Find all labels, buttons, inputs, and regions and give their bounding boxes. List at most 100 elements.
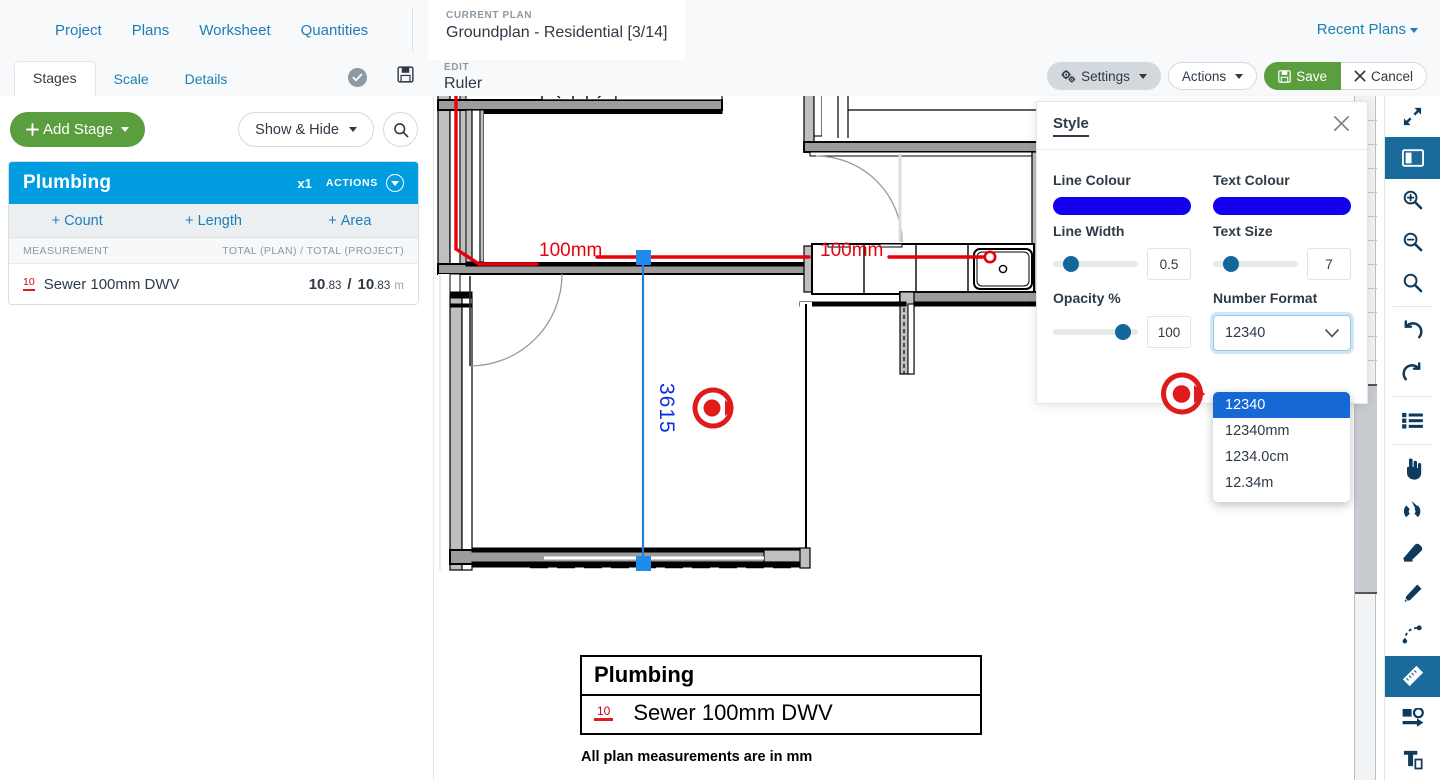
chevron-down-icon — [1325, 326, 1339, 341]
stage-actions-label[interactable]: ACTIONS — [326, 177, 378, 189]
add-stage-button[interactable]: Add Stage — [10, 112, 146, 147]
actions-button-label: Actions — [1181, 68, 1227, 84]
nav-item-quantities[interactable]: Quantities — [301, 22, 369, 39]
chevron-down-icon — [121, 127, 130, 132]
cancel-button[interactable]: Cancel — [1340, 62, 1427, 90]
text-size-label: Text Size — [1213, 223, 1273, 239]
nav-item-worksheet[interactable]: Worksheet — [199, 22, 270, 39]
text-size-input[interactable]: 7 — [1307, 248, 1351, 280]
tab-stages[interactable]: Stages — [14, 61, 96, 96]
zoom-in-icon[interactable] — [1385, 179, 1440, 220]
total-plan-dec: .83 — [325, 279, 342, 292]
tab-details[interactable]: Details — [167, 63, 246, 96]
zoom-fit-icon[interactable] — [1385, 262, 1440, 303]
vertical-scrollbar-thumb[interactable] — [1355, 384, 1377, 594]
eraser-icon[interactable] — [1385, 531, 1440, 572]
text-colour-label: Text Colour — [1213, 172, 1290, 188]
line-width-slider[interactable] — [1053, 256, 1138, 272]
search-button[interactable] — [383, 112, 418, 147]
sidebar-toolbar: Add Stage Show & Hide — [0, 96, 433, 147]
save-cancel-group: Save Cancel — [1264, 62, 1427, 90]
settings-button-label: Settings — [1081, 68, 1130, 84]
opacity-slider[interactable] — [1053, 324, 1138, 340]
chevron-down-icon — [1138, 73, 1147, 79]
line-width-slider-knob[interactable] — [1063, 256, 1079, 272]
tab-scale[interactable]: Scale — [96, 63, 167, 96]
total-plan: 10.83 — [309, 276, 342, 293]
current-plan-card[interactable]: CURRENT PLAN Groundplan - Residential [3… — [428, 0, 686, 60]
nav-item-project[interactable]: Project — [55, 22, 102, 39]
ruler-handle-bottom — [636, 556, 651, 571]
floppy-disk-icon[interactable] — [397, 66, 414, 88]
column-measurement: MEASUREMENT — [23, 244, 110, 257]
text-tool-icon[interactable] — [1385, 739, 1440, 780]
total-plan-int: 10 — [308, 275, 326, 293]
line-colour-swatch[interactable] — [1053, 197, 1191, 215]
dropdown-option-0[interactable]: 12340 — [1213, 392, 1350, 418]
add-area-button[interactable]: + Area — [282, 213, 418, 229]
total-unit: m — [394, 279, 404, 292]
text-size-slider[interactable] — [1213, 256, 1298, 272]
actions-button[interactable]: Actions — [1167, 62, 1258, 90]
ruler-icon[interactable] — [1384, 655, 1440, 698]
show-hide-button[interactable]: Show & Hide — [238, 112, 374, 147]
edit-context-block: EDIT Ruler — [444, 62, 482, 93]
settings-button[interactable]: Settings — [1047, 62, 1161, 90]
column-totals: TOTAL (PLAN) / TOTAL (PROJECT) — [222, 244, 404, 257]
magnet-snap-icon[interactable] — [1385, 490, 1440, 531]
annotation-marker-dropdown — [1160, 372, 1206, 421]
right-toolbar — [1384, 96, 1440, 780]
split-panel-icon[interactable] — [1384, 137, 1440, 179]
stage-name: Plumbing — [23, 172, 112, 193]
recent-plans-label: Recent Plans — [1316, 21, 1406, 38]
dropdown-option-1[interactable]: 12340mm — [1213, 418, 1350, 444]
nav-item-plans[interactable]: Plans — [132, 22, 170, 39]
fullscreen-expand-icon[interactable] — [1385, 96, 1440, 137]
toolbar-divider — [1392, 306, 1433, 308]
app-root: Project Plans Worksheet Quantities CURRE… — [0, 0, 1440, 780]
number-format-dropdown: 12340 12340mm 1234.0cm 12.34m — [1213, 392, 1350, 502]
save-button-label: Save — [1296, 68, 1327, 84]
plan-legend-box: Plumbing 10 Sewer 100mm DWV — [580, 655, 982, 735]
opacity-slider-knob[interactable] — [1115, 324, 1131, 340]
curve-icon[interactable] — [1385, 614, 1440, 655]
chevron-down-icon — [1410, 27, 1418, 33]
pencil-icon[interactable] — [1385, 573, 1440, 614]
top-nav-links: Project Plans Worksheet Quantities — [55, 22, 368, 39]
search-icon — [393, 122, 408, 137]
stage-actions-chevron-down-icon[interactable] — [386, 174, 404, 192]
undo-icon[interactable] — [1385, 310, 1440, 351]
text-size-slider-knob[interactable] — [1223, 256, 1239, 272]
add-count-label: Count — [64, 212, 103, 229]
close-icon[interactable] — [1332, 114, 1351, 138]
save-button[interactable]: Save — [1264, 62, 1341, 90]
annotation-marker-plan — [691, 387, 735, 434]
zoom-out-icon[interactable] — [1385, 220, 1440, 261]
legend-item-name: Sewer 100mm DWV — [633, 700, 833, 725]
dropdown-option-2[interactable]: 1234.0cm — [1213, 444, 1350, 470]
list-icon[interactable] — [1385, 400, 1440, 441]
ruler-value-label: 3615 — [655, 383, 678, 434]
add-length-button[interactable]: + Length — [145, 213, 281, 229]
dropdown-option-3[interactable]: 12.34m — [1213, 470, 1350, 496]
style-fields-grid: Line Colour Text Colour Line Width Text … — [1053, 164, 1351, 351]
stage-header[interactable]: Plumbing x1 ACTIONS — [9, 162, 418, 204]
line-width-label: Line Width — [1053, 223, 1125, 239]
number-format-select[interactable]: 12340 — [1213, 315, 1351, 351]
toolbar-divider — [1392, 444, 1433, 446]
table-row[interactable]: 10 Sewer 100mm DWV 10.83 / 10.83 m — [9, 264, 418, 304]
add-count-button[interactable]: + Count — [9, 213, 145, 229]
opacity-input[interactable]: 100 — [1147, 316, 1191, 348]
tab-strip: Stages Scale Details — [14, 60, 245, 96]
line-width-input[interactable]: 0.5 — [1147, 248, 1191, 280]
total-project-dec: .83 — [374, 279, 391, 292]
tab-icon-group — [348, 66, 414, 88]
gears-icon — [1061, 69, 1076, 82]
add-length-label: Length — [197, 212, 242, 229]
check-circle-icon[interactable] — [348, 67, 367, 87]
shape-arrow-icon[interactable] — [1385, 697, 1440, 738]
hand-pointer-icon[interactable] — [1385, 448, 1440, 489]
text-colour-swatch[interactable] — [1213, 197, 1351, 215]
recent-plans-dropdown[interactable]: Recent Plans — [1317, 21, 1418, 38]
redo-icon[interactable] — [1385, 352, 1440, 393]
